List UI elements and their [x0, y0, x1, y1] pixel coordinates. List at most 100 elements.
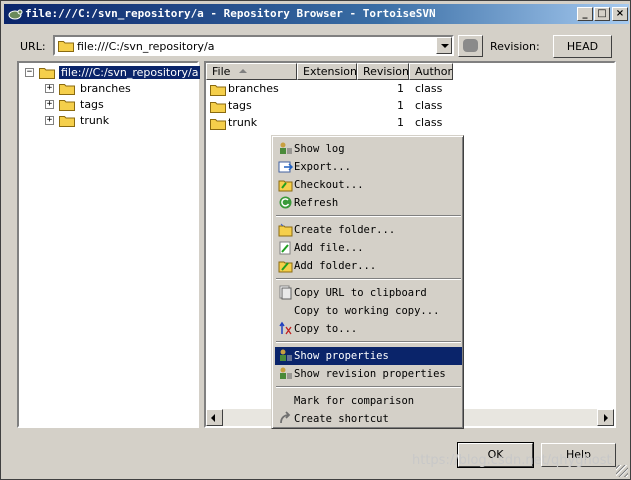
- minimize-button[interactable]: _: [577, 7, 593, 21]
- folder-icon: [210, 102, 226, 113]
- column-header-label: Extension: [303, 65, 358, 78]
- menu-item-label: Show log: [294, 143, 345, 155]
- menu-item-label: Copy to...: [294, 323, 358, 335]
- add-file-icon: [279, 241, 291, 255]
- scroll-right-button[interactable]: [597, 409, 614, 426]
- repository-tree[interactable]: − file:///C:/svn_repository/a + branches…: [17, 61, 201, 428]
- menu-item-refresh[interactable]: Refresh: [275, 194, 462, 212]
- collapse-icon[interactable]: −: [25, 68, 34, 77]
- revision-label: Revision:: [490, 40, 540, 53]
- url-dropdown-arrow[interactable]: [436, 37, 452, 54]
- tree-node-label: branches: [80, 82, 131, 95]
- tree-node-branches[interactable]: + branches: [19, 81, 197, 97]
- resize-grip[interactable]: [616, 465, 628, 477]
- cell-author: class: [415, 82, 443, 95]
- copy-url-icon: [279, 285, 292, 300]
- cell-revision: 1: [397, 82, 404, 95]
- menu-item-label: Mark for comparison: [294, 395, 415, 407]
- menu-item-export[interactable]: Export...: [275, 158, 462, 176]
- url-value: file:///C:/svn_repository/a: [77, 40, 215, 53]
- cell-revision: 1: [397, 99, 404, 112]
- window-title: file:///C:/svn_repository/a - Repository…: [25, 7, 436, 20]
- column-header-revision[interactable]: Revision: [357, 63, 409, 80]
- menu-item-label: Export...: [294, 161, 351, 173]
- revision-head-button[interactable]: HEAD: [553, 35, 612, 58]
- menu-item-label: Checkout...: [294, 179, 364, 191]
- column-header-label: Author: [415, 65, 453, 78]
- menu-separator: [276, 341, 461, 343]
- menu-item-copy-url[interactable]: Copy URL to clipboard: [275, 284, 462, 302]
- close-button[interactable]: ×: [612, 7, 628, 21]
- checkout-icon: [278, 180, 293, 192]
- export-icon: [278, 161, 293, 173]
- expand-icon[interactable]: +: [45, 100, 54, 109]
- column-header-extension[interactable]: Extension: [297, 63, 357, 80]
- expand-icon[interactable]: +: [45, 116, 54, 125]
- menu-item-label: Add folder...: [294, 260, 377, 272]
- column-header-label: File: [212, 65, 231, 78]
- cell-file: trunk: [228, 116, 258, 129]
- menu-item-label: Copy URL to clipboard: [294, 287, 427, 299]
- tree-node-trunk[interactable]: + trunk: [19, 113, 197, 129]
- menu-item-show-revision-properties[interactable]: Show revision properties: [275, 365, 462, 383]
- table-row[interactable]: trunk 1 class: [206, 115, 614, 131]
- create-folder-icon: [278, 223, 293, 237]
- folder-icon: [58, 41, 74, 52]
- cell-file: tags: [228, 99, 252, 112]
- arrow-right-icon: [604, 414, 608, 422]
- tree-node-root[interactable]: − file:///C:/svn_repository/a: [19, 65, 201, 81]
- shortcut-icon: [280, 411, 291, 424]
- folder-icon: [210, 85, 226, 96]
- menu-item-mark-for-comparison[interactable]: Mark for comparison: [275, 392, 462, 410]
- folder-icon: [59, 116, 75, 127]
- tree-node-tags[interactable]: + tags: [19, 97, 197, 113]
- folder-icon: [59, 100, 75, 111]
- folder-icon: [59, 84, 75, 95]
- revision-properties-icon: [280, 367, 292, 379]
- log-bubble-button[interactable]: [458, 35, 483, 57]
- refresh-icon: [279, 196, 292, 209]
- cell-revision: 1: [397, 116, 404, 129]
- column-header-file[interactable]: File: [206, 63, 297, 80]
- properties-icon: [280, 349, 292, 361]
- folder-open-icon: [39, 68, 55, 79]
- watermark-text: https://blog.csdn.net/qhyghost: [412, 453, 612, 468]
- tortoise-app-icon: [8, 9, 23, 20]
- maximize-button[interactable]: □: [594, 7, 610, 21]
- scroll-left-button[interactable]: [206, 409, 223, 426]
- menu-separator: [276, 215, 461, 217]
- menu-item-create-folder[interactable]: Create folder...: [275, 221, 462, 239]
- tree-node-root-label: file:///C:/svn_repository/a: [59, 66, 201, 79]
- cell-author: class: [415, 116, 443, 129]
- table-row[interactable]: branches 1 class: [206, 81, 614, 97]
- context-menu: Show log Export... Checkout... Refresh C…: [271, 135, 464, 429]
- menu-item-add-folder[interactable]: Add folder...: [275, 257, 462, 275]
- url-combobox[interactable]: file:///C:/svn_repository/a: [53, 35, 454, 56]
- add-folder-icon: [278, 261, 293, 273]
- menu-item-label: Show properties: [294, 350, 389, 362]
- show-log-icon: [280, 142, 292, 154]
- menu-item-label: Refresh: [294, 197, 339, 209]
- expand-icon[interactable]: +: [45, 84, 54, 93]
- menu-item-label: Create shortcut: [294, 413, 389, 425]
- menu-item-show-log[interactable]: Show log: [275, 140, 462, 158]
- menu-item-copy-to-working-copy[interactable]: Copy to working copy...: [275, 302, 462, 320]
- menu-item-copy-to[interactable]: Copy to...: [275, 320, 462, 338]
- tree-node-label: trunk: [80, 114, 110, 127]
- column-header-author[interactable]: Author: [409, 63, 453, 80]
- repository-browser-window: file:///C:/svn_repository/a - Repository…: [0, 0, 631, 480]
- table-row[interactable]: tags 1 class: [206, 98, 614, 114]
- column-header-label: Revision: [363, 65, 409, 78]
- cell-author: class: [415, 99, 443, 112]
- speech-bubble-icon: [463, 39, 478, 52]
- menu-item-checkout[interactable]: Checkout...: [275, 176, 462, 194]
- menu-item-add-file[interactable]: Add file...: [275, 239, 462, 257]
- menu-separator: [276, 386, 461, 388]
- tree-node-label: tags: [80, 98, 104, 111]
- menu-item-create-shortcut[interactable]: Create shortcut: [275, 410, 462, 428]
- copy-to-icon: [279, 321, 292, 335]
- title-bar[interactable]: file:///C:/svn_repository/a - Repository…: [4, 4, 629, 24]
- menu-item-label: Copy to working copy...: [294, 305, 440, 317]
- menu-item-label: Create folder...: [294, 224, 396, 236]
- menu-item-show-properties[interactable]: Show properties: [275, 347, 462, 365]
